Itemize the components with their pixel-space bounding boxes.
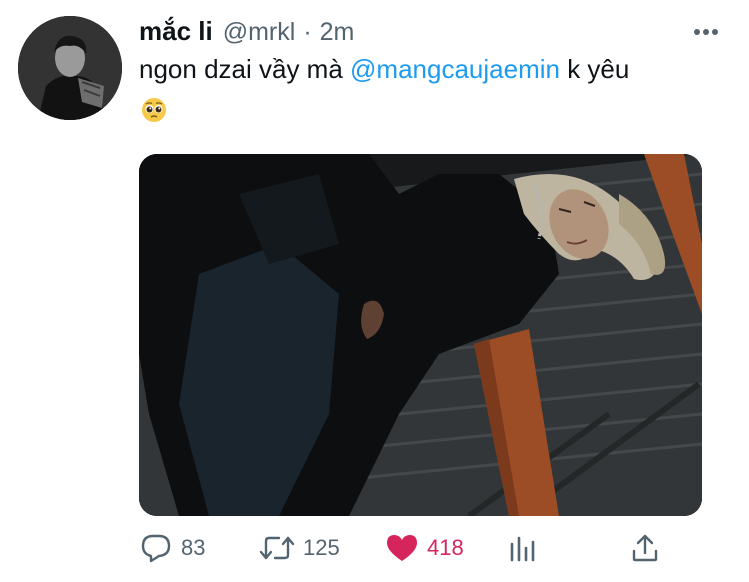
share-icon: [632, 534, 658, 562]
avatar[interactable]: [18, 16, 122, 120]
tweet-action-bar: 83 125 418: [139, 528, 669, 568]
heart-icon: [387, 535, 417, 561]
mention-link[interactable]: @mangcaujaemin: [350, 54, 560, 84]
tweet-media-image[interactable]: [139, 154, 702, 516]
reply-icon: [141, 534, 171, 563]
analytics-icon: [510, 536, 535, 562]
reply-button[interactable]: 83: [139, 528, 205, 568]
display-name[interactable]: mắc li: [139, 16, 213, 47]
tweet-header: mắc li @mrkl · 2m: [139, 16, 354, 50]
more-button[interactable]: [691, 22, 721, 42]
tweet-text-after: k yêu: [559, 54, 630, 84]
retweet-count: 125: [303, 535, 340, 560]
like-count: 418: [427, 535, 464, 560]
timestamp[interactable]: 2m: [320, 18, 355, 47]
user-handle[interactable]: @mrkl: [223, 18, 296, 47]
reply-count: 83: [181, 535, 206, 560]
pleading-face-emoji: [140, 96, 168, 124]
retweet-button[interactable]: 125: [259, 528, 340, 568]
more-icon: [694, 29, 718, 35]
like-button[interactable]: 418: [385, 528, 464, 568]
analytics-button[interactable]: [509, 528, 537, 568]
separator-dot: ·: [303, 18, 312, 46]
share-button[interactable]: [631, 528, 659, 568]
tweet-text-before: ngon dzai vầy mà: [139, 54, 351, 84]
tweet-text: ngon dzai vầy mà @mangcaujaemin k yêu: [139, 54, 719, 85]
retweet-icon: [259, 536, 295, 560]
